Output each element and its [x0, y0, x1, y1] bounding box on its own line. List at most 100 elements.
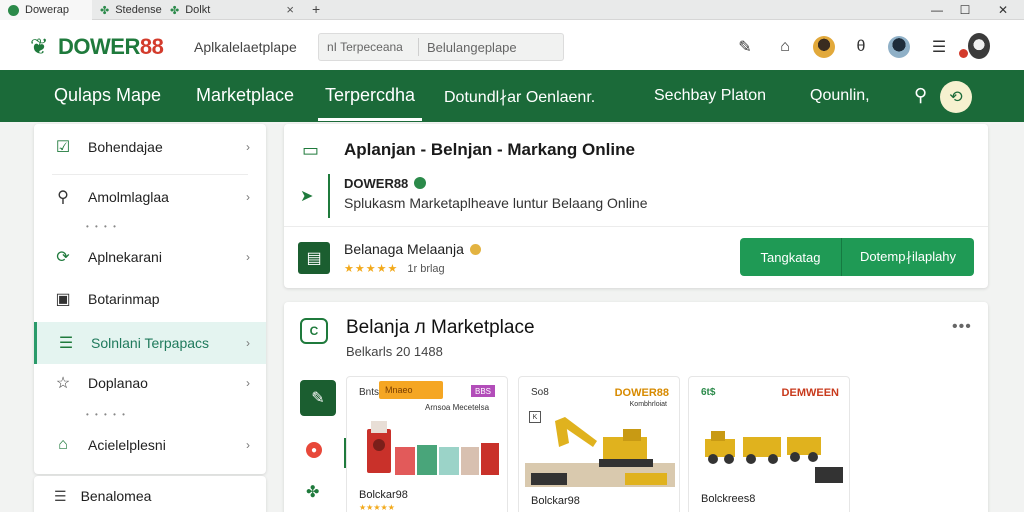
product-name: Bolckrees8	[701, 493, 756, 505]
product-stars: ★★★★★	[359, 503, 395, 512]
map-icon: ▣	[55, 291, 71, 308]
sidebar-item-label: Doplanao	[88, 375, 148, 391]
refresh-action-icon[interactable]: ⟲	[940, 81, 972, 113]
nav-item-sechbay[interactable]: Sechbay Platon	[654, 87, 766, 105]
product-card[interactable]: 6t$ DEMWEEN Bolckrees8	[688, 376, 850, 512]
sidebar-item-label: Aplnekarani	[88, 249, 162, 265]
rating-text: 1r brlag	[407, 263, 445, 275]
tab-label: Dowerap	[25, 4, 70, 16]
tools-icon[interactable]: ✎	[300, 380, 336, 416]
secondary-action-button[interactable]: Dotemp∤ilaplahy	[842, 238, 974, 276]
folder-icon: ▭	[302, 140, 320, 160]
home-icon[interactable]: ⌂	[774, 36, 796, 58]
sidebar-footer-item[interactable]: ☰ Benalomea	[34, 476, 266, 512]
check-square-icon: ☑	[55, 139, 71, 156]
new-tab-button[interactable]: +	[312, 1, 320, 17]
sidebar-item-amolmlaglaa[interactable]: ⚲ Amolmlaglaa ›	[34, 176, 266, 218]
app-icon: ▤	[298, 242, 330, 274]
site-tagline: Aplkalelaetplape	[194, 39, 297, 55]
brand-logo-icon	[414, 177, 427, 189]
chevron-right-icon: ›	[246, 438, 250, 452]
browser-tab-2[interactable]: ✤ Stedense	[92, 0, 162, 20]
browser-tab-3[interactable]: ✤ Dolkt ×	[162, 0, 302, 20]
close-tab-icon[interactable]: ×	[286, 2, 294, 17]
sidebar-item-acielelplesni[interactable]: ⌂ Acielelplesni ›	[34, 424, 266, 466]
search-input[interactable]: Belulangeplape	[419, 40, 517, 55]
chevron-right-icon: ›	[246, 336, 250, 350]
product-image-excavator	[525, 417, 675, 487]
search-bar[interactable]: nI Terpeceana Belulangeplape	[318, 33, 564, 61]
sidebar-item-label: Amolmlaglaa	[88, 189, 169, 205]
search-scope[interactable]: nI Terpeceana	[319, 38, 419, 56]
sidebar-item-doplanao[interactable]: ☆ Doplanao ›	[34, 362, 266, 404]
more-options-icon[interactable]: •••	[952, 318, 972, 336]
menu-icon[interactable]: ☰	[928, 36, 950, 58]
sidebar-item-aplnekarani[interactable]: ⟳ Aplnekarani ›	[34, 236, 266, 278]
promo-icon[interactable]: ●	[306, 442, 322, 458]
divider-dots: • • • • •	[86, 410, 127, 419]
sidebar-item-botarinmap[interactable]: ▣ Botarinmap	[34, 278, 266, 320]
accent-bar	[328, 174, 330, 218]
sidebar: ☑ Bohendajae › ⚲ Amolmlaglaa › • • • • ⟳…	[34, 124, 266, 474]
sidebar-item-label: Botarinmap	[88, 291, 160, 307]
search-icon[interactable]: ⚲	[914, 85, 927, 106]
app-brand: DOWER88	[344, 176, 409, 191]
profile-avatar[interactable]	[968, 33, 990, 59]
leaf-icon: ✤	[100, 4, 110, 17]
app-card-title: Aplanjan - Belnjan - Markang Online	[344, 140, 635, 159]
browser-tab-1[interactable]: Dowerap	[0, 0, 92, 20]
product-image-shelves	[367, 421, 499, 475]
product-card[interactable]: So8 DOWER88 Kombhrloiat K Bolckar98	[518, 376, 680, 512]
product-price: 6t$	[701, 387, 716, 398]
tools-icon[interactable]: ✎	[734, 36, 756, 58]
favicon-icon	[8, 4, 19, 16]
theta-icon[interactable]: θ	[850, 36, 872, 58]
coin-icon	[469, 244, 481, 255]
marketplace-title: Belanja л Marketplace	[346, 317, 535, 338]
nav-item-qulaps-mape[interactable]: Qulaps Mape	[54, 85, 161, 106]
chevron-right-icon: ›	[246, 250, 250, 264]
product-name: Bolckar98	[359, 489, 408, 501]
star-icon: ☆	[55, 375, 71, 392]
product-badge: BBS	[471, 385, 495, 397]
chevron-right-icon: ›	[246, 376, 250, 390]
product-image-trucks	[705, 431, 843, 483]
divider	[52, 174, 248, 175]
divider-dots: • • • •	[86, 222, 118, 231]
site-header: ❦ DOWER88 Aplkalelaetplape nI Terpeceana…	[0, 20, 1024, 70]
nav-item-qounlin[interactable]: Qounlin,	[810, 87, 870, 105]
nav-item-terpercdha[interactable]: Terpercdha	[325, 85, 415, 106]
logo-accent: 88	[139, 34, 164, 59]
marketplace-card: C Belanja л Marketplace Belkarls 20 1488…	[284, 302, 988, 512]
product-tag: Mnaeo	[379, 381, 443, 399]
sidebar-item-label: Solnlani Terpapacs	[91, 335, 210, 351]
primary-action-button[interactable]: Tangkatag	[740, 238, 842, 276]
product-card[interactable]: Bnts Mnaeo BBS Arnsoa Mecetelsa Bolckar9…	[346, 376, 508, 512]
sidebar-item-label: Benalomea	[80, 488, 152, 504]
user-avatar-2[interactable]	[888, 36, 910, 58]
site-logo[interactable]: ❦ DOWER88	[30, 34, 164, 60]
search-icon: ⚲	[57, 189, 69, 206]
sidebar-item-bohendajae[interactable]: ☑ Bohendajae ›	[34, 126, 266, 168]
app-rating: ★★★★★ 1r brlag	[344, 262, 445, 275]
app-action-buttons: Tangkatag Dotemp∤ilaplahy	[740, 238, 974, 276]
leaf-logo-icon: ❦	[30, 34, 49, 59]
nav-item-dotundl[interactable]: Dotundl∤ar Oenlaenr.	[444, 87, 595, 107]
product-label: Arnsoa Mecetelsa	[425, 403, 490, 412]
close-window-button[interactable]: ✕	[986, 0, 1020, 20]
sidebar-item-label: Bohendajae	[88, 139, 163, 155]
maximize-button[interactable]: ☐	[948, 0, 982, 20]
marketplace-subtitle: Belkarls 20 1488	[346, 344, 443, 359]
user-avatar[interactable]	[813, 36, 835, 58]
document-icon: ☰	[54, 487, 67, 504]
leaf-icon: ✤	[170, 4, 180, 17]
home-icon: ⌂	[58, 436, 68, 453]
product-brand: DEMWEEN	[781, 387, 839, 399]
sidebar-item-solnlani-terpapacs[interactable]: ☰ Solnlani Terpapacs ›	[34, 322, 266, 364]
nav-item-marketplace[interactable]: Marketplace	[196, 85, 294, 106]
divider	[284, 226, 988, 227]
clover-icon[interactable]: ✤	[306, 482, 319, 502]
rating-stars: ★★★★★	[344, 263, 399, 275]
tab-label: Stedense	[115, 4, 162, 16]
main-nav: Qulaps Mape Marketplace Terpercdha Dotun…	[0, 70, 1024, 122]
